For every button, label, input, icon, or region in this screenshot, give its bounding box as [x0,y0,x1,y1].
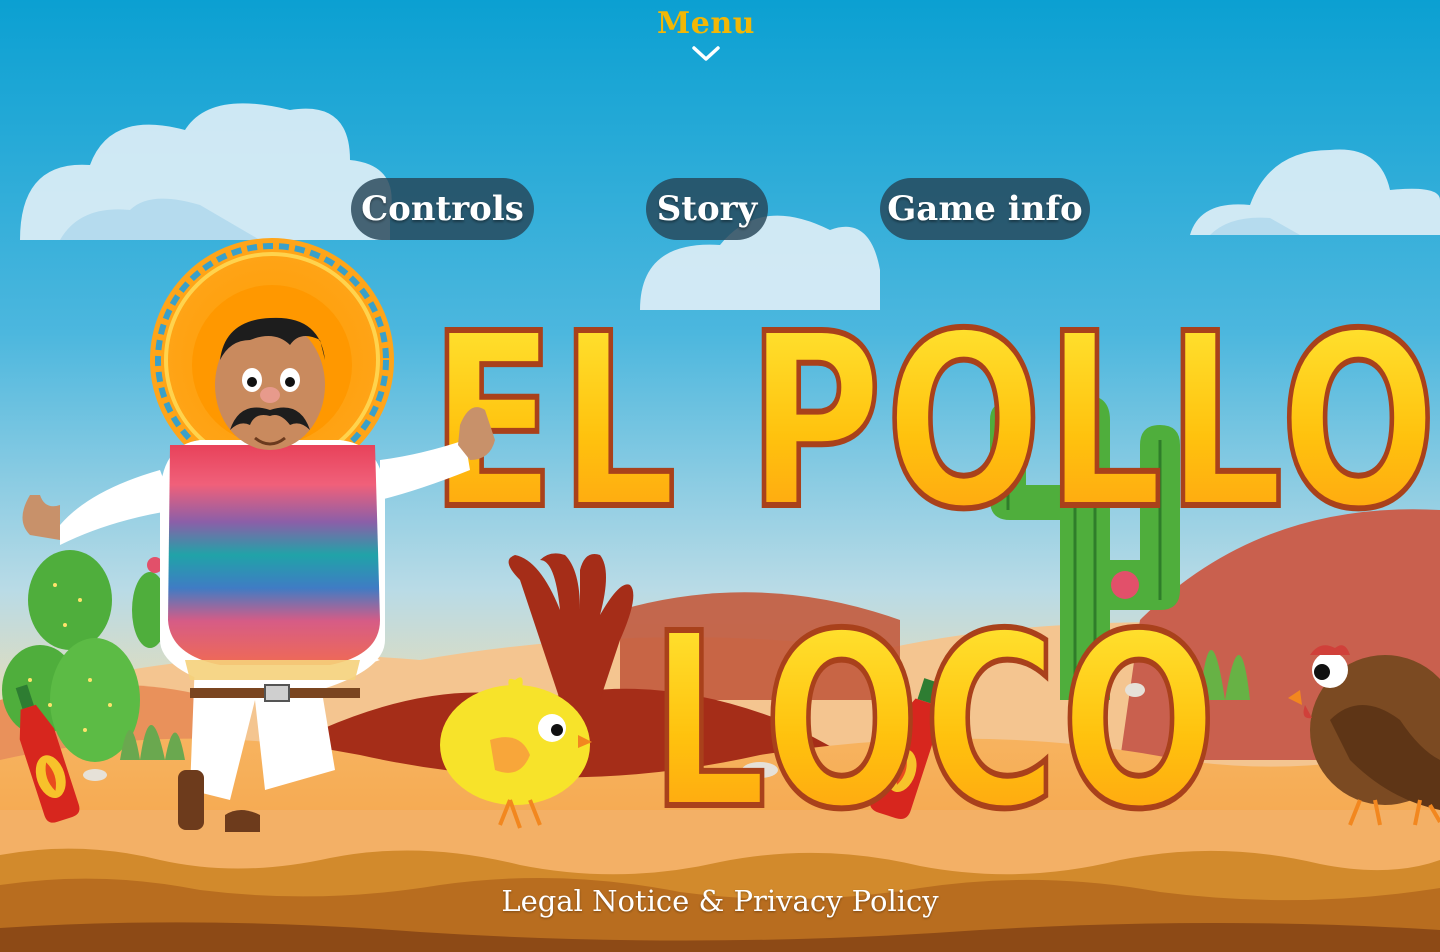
menu-toggle[interactable]: Menu [620,4,792,74]
menu-label: Menu [657,6,755,41]
game-start-screen: EL POLLO LOCO [0,0,1440,952]
chevron-down-icon [692,46,720,61]
title-line-2: LOCO [650,582,1220,862]
game-info-button[interactable]: Game info [880,178,1090,240]
title-line-1: EL POLLO [430,282,1440,562]
story-button[interactable]: Story [646,178,768,240]
legal-notice-link[interactable]: Legal Notice & Privacy Policy [470,884,970,918]
controls-button[interactable]: Controls [351,178,534,240]
